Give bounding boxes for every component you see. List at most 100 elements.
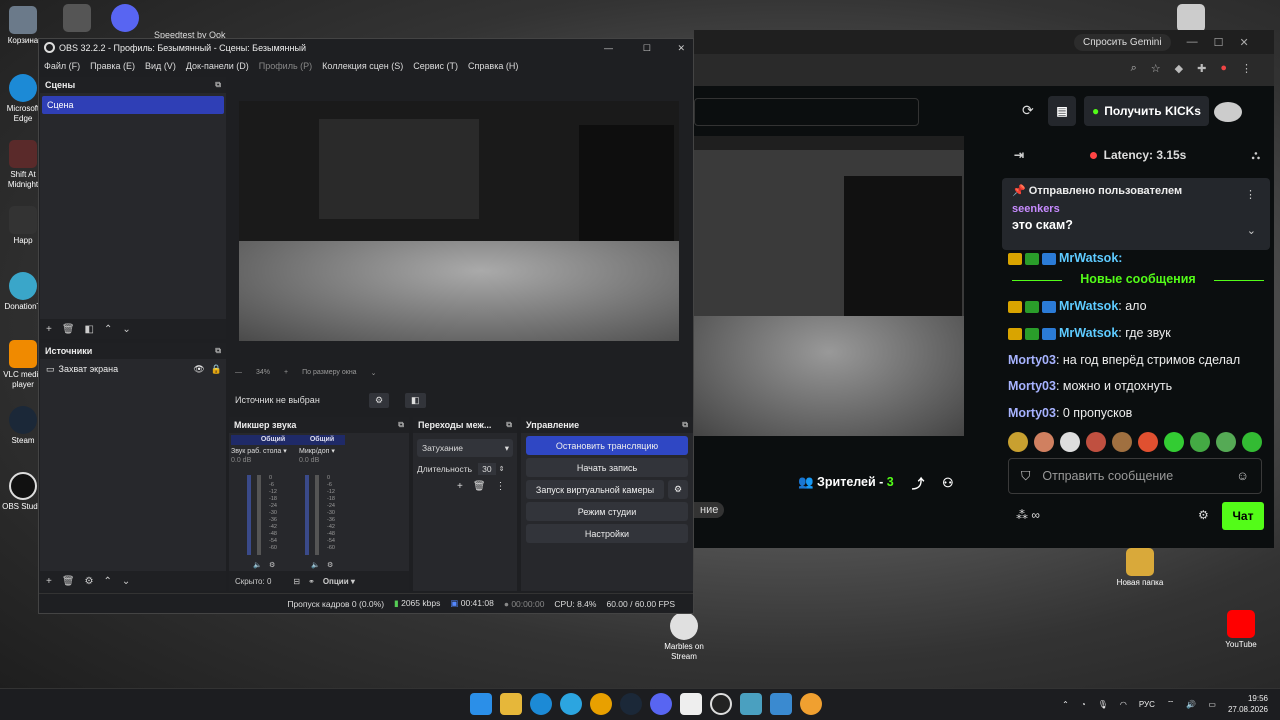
up-icon[interactable]: ⌃ — [104, 324, 112, 335]
chat-username[interactable]: Morty03 — [1008, 353, 1056, 367]
minimize-icon[interactable]: — — [1187, 36, 1198, 48]
collapse-icon[interactable]: ⇥ — [1014, 148, 1024, 162]
minimize-icon[interactable]: — — [604, 43, 613, 53]
start-icon[interactable] — [470, 693, 492, 715]
menu-scene-collection[interactable]: Коллекция сцен (S) — [322, 61, 403, 71]
obs-icon[interactable] — [710, 693, 732, 715]
desktop-icon-discord[interactable] — [108, 4, 142, 34]
filter-icon[interactable]: ◧ — [85, 324, 94, 335]
menu-edit[interactable]: Правка (E) — [90, 61, 135, 71]
avatar[interactable] — [1214, 102, 1242, 122]
volume-slider[interactable] — [305, 475, 309, 555]
app-icon[interactable] — [740, 693, 762, 715]
more-icon[interactable]: ⋮ — [496, 481, 506, 492]
channel-gear-icon[interactable]: ⚙ — [327, 561, 333, 569]
user-icon[interactable]: ⚇ — [942, 475, 953, 490]
telegram-icon[interactable] — [560, 693, 582, 715]
desktop-icon-marbles[interactable]: Marbles on Stream — [660, 612, 708, 662]
kicks-icon[interactable]: ⁂ ∞ — [1016, 508, 1040, 522]
language-indicator[interactable]: РУС — [1139, 700, 1155, 709]
chat-username[interactable]: MrWatsok — [1059, 299, 1118, 313]
gear-icon[interactable]: ⚙ — [85, 576, 94, 587]
source-filter-icon[interactable]: ◧ — [405, 392, 426, 408]
add-icon[interactable]: + — [457, 481, 463, 492]
wifi-icon[interactable]: ◠ — [1120, 700, 1127, 709]
spin-icon[interactable]: ⇕ — [499, 465, 505, 473]
chevron-down-icon[interactable]: ⌄ — [1247, 224, 1256, 237]
kick-search-input[interactable] — [694, 98, 919, 126]
emote-icon[interactable] — [1008, 432, 1028, 452]
trash-icon[interactable]: 🗑 — [473, 481, 486, 492]
desktop-icon-youtube[interactable]: YouTube — [1218, 610, 1264, 650]
discord-icon[interactable] — [650, 693, 672, 715]
settings-button[interactable]: Настройки — [526, 524, 688, 543]
eye-icon[interactable]: 👁 — [193, 364, 204, 375]
maximize-icon[interactable]: ☐ — [1214, 36, 1224, 49]
source-props-gear-icon[interactable]: ⚙ — [369, 392, 390, 408]
mute-icon[interactable]: 🔈 — [253, 561, 262, 569]
menu-view[interactable]: Вид (V) — [145, 61, 176, 71]
zoom-fit[interactable]: По размеру окна — [302, 369, 356, 377]
firefox-icon[interactable] — [800, 693, 822, 715]
wifi-status-icon[interactable]: ⌔ — [1167, 699, 1175, 709]
star-icon[interactable]: ☆ — [1151, 62, 1161, 75]
duration-input[interactable]: 30 — [478, 463, 496, 475]
gemini-button[interactable]: Спросить Gemini — [1074, 33, 1171, 51]
layout-icon[interactable]: ⊟ — [293, 577, 300, 586]
chevron-down-icon[interactable]: ⌄ — [371, 369, 377, 377]
popout-icon[interactable]: ⧉ — [506, 420, 512, 430]
steam-icon[interactable] — [620, 693, 642, 715]
share-icon[interactable]: ⤴ — [912, 473, 925, 492]
settings-icon[interactable]: ⚙ — [1198, 508, 1209, 522]
maximize-icon[interactable]: ☐ — [643, 43, 651, 54]
add-icon[interactable]: + — [46, 324, 52, 335]
menu-file[interactable]: Файл (F) — [44, 61, 80, 71]
channel-name[interactable]: Микр/доп ▾ — [299, 447, 387, 455]
emote-icon[interactable] — [1086, 432, 1106, 452]
popout-icon[interactable]: ⧉ — [682, 420, 688, 430]
chat-input[interactable]: ⛉ Отправить сообщение ☺ — [1008, 458, 1262, 494]
pinned-message[interactable]: 📌 Отправлено пользователем seenkers это … — [1002, 178, 1270, 250]
menu-help[interactable]: Справка (H) — [468, 61, 518, 71]
popout-icon[interactable]: ⧉ — [398, 420, 404, 430]
studio-mode-button[interactable]: Режим студии — [526, 502, 688, 521]
add-icon[interactable]: + — [46, 576, 52, 587]
scene-item[interactable]: Сцена — [42, 96, 224, 114]
reload-icon[interactable]: ⟳ — [1022, 102, 1034, 119]
chat-username[interactable]: MrWatsok — [1059, 326, 1118, 340]
clock[interactable]: 19:56 27.08.2026 — [1228, 693, 1268, 715]
trash-icon[interactable]: 🗑 — [62, 576, 75, 587]
battery-icon[interactable]: ▭ — [1208, 700, 1216, 709]
up-icon[interactable]: ⌃ — [104, 576, 112, 587]
popout-icon[interactable]: ⧉ — [215, 346, 221, 356]
obs-preview-canvas[interactable] — [239, 101, 679, 341]
transition-select[interactable]: Затухание ▾ — [417, 439, 513, 457]
emote-icon[interactable] — [1112, 432, 1132, 452]
chevron-up-icon[interactable]: ⌃ — [1062, 700, 1069, 709]
photos-icon[interactable] — [770, 693, 792, 715]
profile-icon[interactable]: ● — [1220, 62, 1227, 75]
trash-icon[interactable]: 🗑 — [62, 324, 75, 335]
mic-icon[interactable]: 🎙 — [1098, 700, 1108, 709]
zoom-in-icon[interactable]: + — [284, 369, 288, 377]
close-icon[interactable]: ✕ — [677, 43, 685, 54]
close-icon[interactable]: ✕ — [1239, 36, 1248, 49]
volume-slider[interactable] — [247, 475, 251, 555]
chat-username[interactable]: MrWatsok: — [1059, 251, 1122, 265]
emoji-icon[interactable]: ☺ — [1236, 469, 1249, 483]
desktop-icon-a[interactable] — [60, 4, 94, 34]
emote-icon[interactable] — [1138, 432, 1158, 452]
get-kicks-button[interactable]: ● Получить KICKs — [1084, 96, 1209, 126]
network-icon[interactable]: ◔ — [1081, 700, 1086, 709]
stop-stream-button[interactable]: Остановить трансляцию — [526, 436, 688, 455]
menu-docks[interactable]: Док-панели (D) — [186, 61, 249, 71]
chat-username[interactable]: Morty03 — [1008, 379, 1056, 393]
more-icon[interactable]: ⋮ — [1245, 188, 1256, 201]
capcut-icon[interactable] — [680, 693, 702, 715]
puzzle-icon[interactable]: ✚ — [1197, 62, 1206, 75]
emote-icon[interactable] — [1242, 432, 1262, 452]
mute-icon[interactable]: 🔈 — [311, 561, 320, 569]
lock-icon[interactable]: 🔒 — [211, 364, 222, 375]
down-icon[interactable]: ⌄ — [122, 324, 130, 335]
emote-icon[interactable] — [1216, 432, 1236, 452]
